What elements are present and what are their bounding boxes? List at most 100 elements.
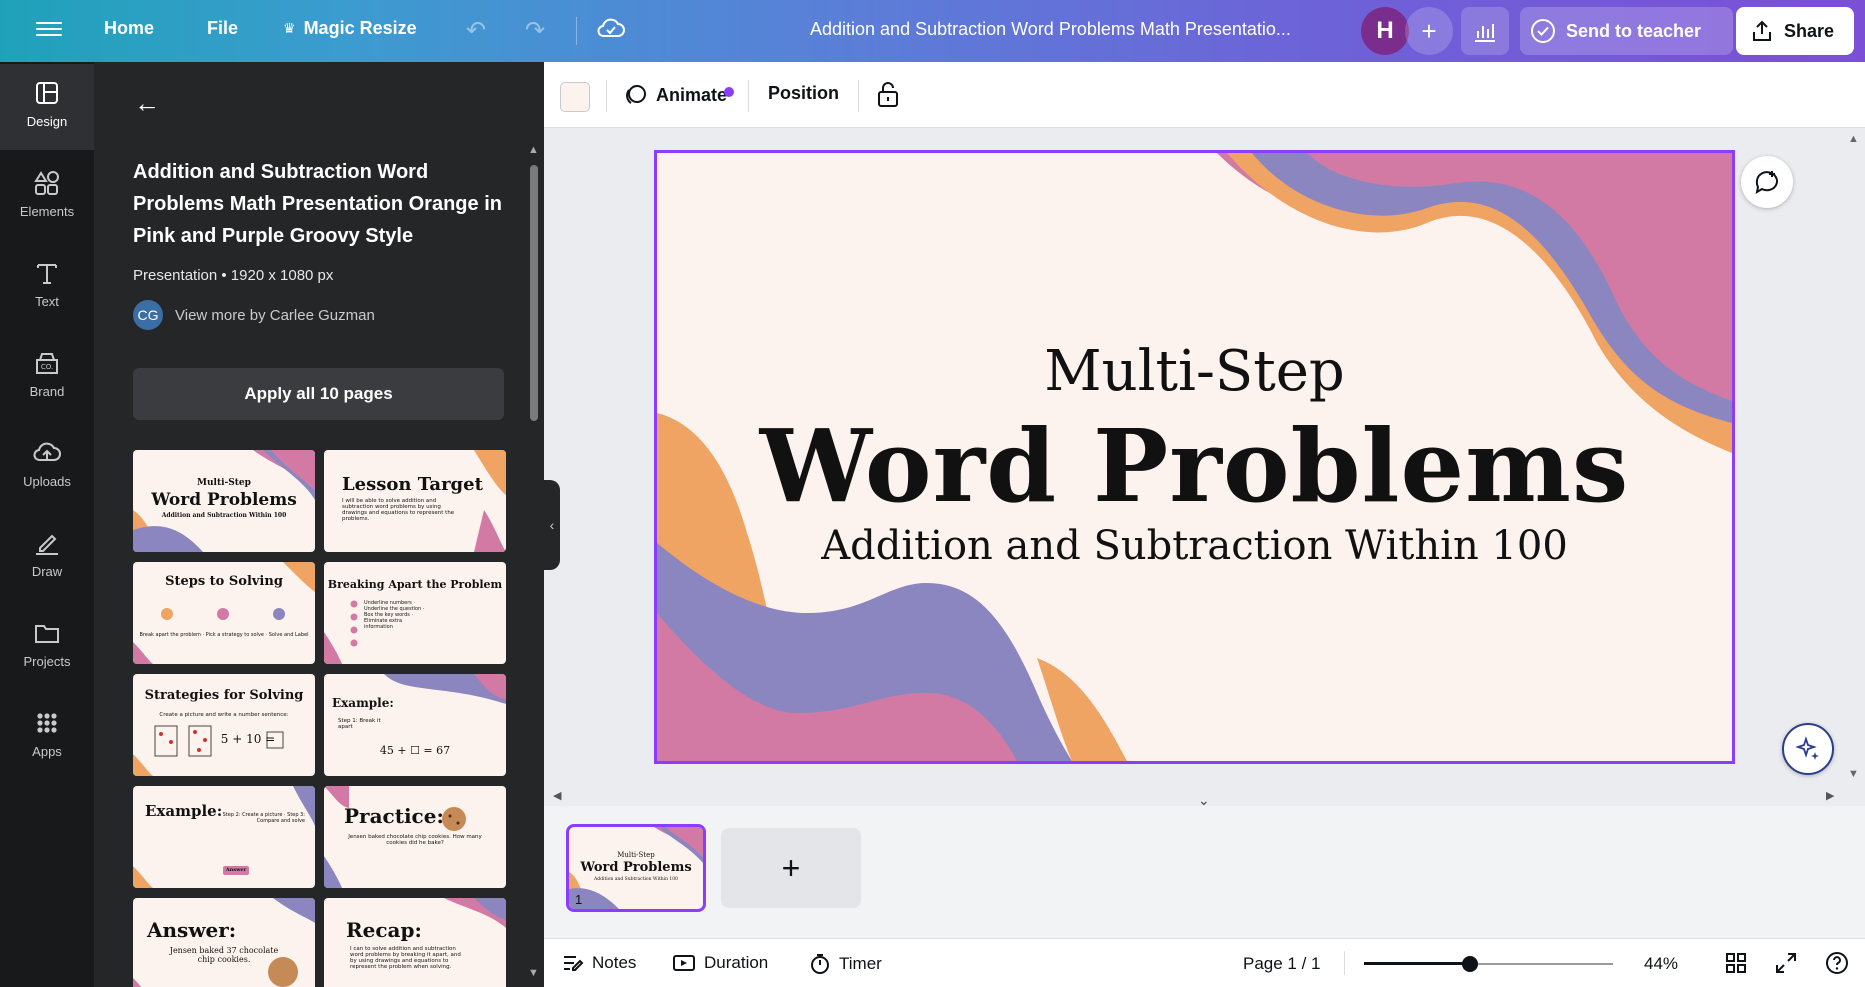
panel-scrollbar[interactable] <box>530 165 538 421</box>
notes-icon <box>564 956 584 971</box>
rail-item-projects[interactable]: Projects <box>0 604 94 690</box>
rail-item-draw[interactable]: Draw <box>0 514 94 600</box>
add-comment-button[interactable] <box>1741 156 1793 208</box>
redo-icon[interactable]: ↷ <box>525 16 545 45</box>
author-avatar: CG <box>133 300 163 330</box>
rail-label: Uploads <box>23 474 71 489</box>
thumb-badge: Answer <box>225 867 247 873</box>
scroll-left-icon[interactable]: ◀ <box>553 789 561 802</box>
rail-item-elements[interactable]: Elements <box>0 154 94 240</box>
canvas-scroll-down-icon[interactable]: ▼ <box>1848 768 1859 780</box>
thumb-subtitle: Jensen baked 37 chocolate chip cookies. <box>169 946 279 964</box>
zoom-level[interactable]: 44% <box>1644 954 1678 974</box>
notes-button[interactable]: Notes <box>562 953 636 973</box>
template-page-thumbnail[interactable]: Example: Step 2: Create a picture · Step… <box>133 786 315 888</box>
top-bar: Home File ♛ Magic Resize ↶ ↷ Addition an… <box>0 0 1865 62</box>
wave-decoration <box>133 898 315 987</box>
rail-label: Projects <box>23 654 71 669</box>
insights-button[interactable] <box>1461 7 1509 55</box>
thumb-subtitle: Step 1: Break it apart <box>338 718 381 730</box>
zoom-slider-fill <box>1364 962 1470 965</box>
invite-plus-button[interactable]: + <box>1405 7 1453 55</box>
template-page-thumbnail[interactable]: Steps to Solving Break apart the problem… <box>133 562 315 664</box>
position-button[interactable]: Position <box>768 83 839 104</box>
rail-label: Draw <box>31 564 63 579</box>
undo-icon[interactable]: ↶ <box>466 16 486 45</box>
collapse-panel-button[interactable]: ‹ <box>544 480 560 570</box>
rail-label: Text <box>35 294 59 309</box>
home-link[interactable]: Home <box>104 18 154 39</box>
cloud-saved-icon[interactable] <box>596 14 626 51</box>
file-menu[interactable]: File <box>207 18 238 39</box>
page-thumb-pretitle: Multi-Step <box>617 851 655 859</box>
page-indicator[interactable]: Page 1 / 1 <box>1243 954 1321 974</box>
rail-item-uploads[interactable]: Uploads <box>0 424 94 510</box>
rail-item-design[interactable]: Design <box>0 64 94 150</box>
lock-icon[interactable] <box>876 80 900 113</box>
thumb-subtitle: Addition and Subtraction Within 100 <box>161 512 287 519</box>
timer-button[interactable]: Timer <box>809 953 882 975</box>
panel-scroll-up-icon[interactable]: ▲ <box>528 144 539 156</box>
template-page-thumbnail[interactable]: Strategies for Solving Create a picture … <box>133 674 315 776</box>
template-page-thumbnail[interactable]: Recap: I can to solve addition and subtr… <box>324 898 506 987</box>
help-icon[interactable] <box>1825 951 1849 980</box>
share-label: Share <box>1784 20 1835 41</box>
template-page-thumbnail[interactable]: Example: Step 1: Break it apart 45 + ☐ =… <box>324 674 506 776</box>
new-feature-dot <box>724 87 734 97</box>
author-link[interactable]: CG View more by Carlee Guzman <box>133 300 375 330</box>
notes-label: Notes <box>592 953 637 972</box>
magic-resize-button[interactable]: ♛ Magic Resize <box>283 18 417 39</box>
editor-toolbar: Animate Position <box>544 62 1865 128</box>
template-page-thumbnail[interactable]: Multi-Step Word Problems Addition and Su… <box>133 450 315 552</box>
panel-scroll-down-icon[interactable]: ▼ <box>528 967 539 979</box>
thumb-title: Example: <box>332 696 394 710</box>
duration-button[interactable]: Duration <box>672 953 768 973</box>
rail-item-apps[interactable]: Apps <box>0 694 94 780</box>
magic-assistant-button[interactable] <box>1782 723 1834 775</box>
thumb-subtitle: Break apart the problem · Pick a strateg… <box>139 632 309 638</box>
draw-icon <box>36 534 58 555</box>
thumb-title: Strategies for Solving <box>144 688 304 703</box>
page-thumbnail[interactable]: Multi-Step Word Problems Addition and Su… <box>566 824 706 912</box>
svg-text:CO.: CO. <box>41 363 53 371</box>
thumb-equation: 45 + ☐ = 67 <box>379 744 451 757</box>
back-arrow-icon[interactable]: ← <box>134 88 160 119</box>
send-to-teacher-label: Send to teacher <box>1566 20 1702 41</box>
rail-item-brand[interactable]: CO. Brand <box>0 334 94 420</box>
apply-all-pages-button[interactable]: Apply all 10 pages <box>133 368 504 420</box>
upload-icon <box>33 442 61 461</box>
grid-view-icon[interactable] <box>1724 951 1748 980</box>
share-icon <box>1753 20 1771 41</box>
document-title[interactable]: Addition and Subtraction Word Problems M… <box>810 19 1291 40</box>
brand-icon: CO. <box>36 353 58 374</box>
footer-bar: Notes Duration Timer Page 1 / 1 44% <box>544 938 1865 987</box>
divider <box>858 80 859 112</box>
divider <box>1344 951 1345 975</box>
send-to-teacher-button[interactable]: Send to teacher <box>1520 7 1733 55</box>
page-thumb-title: Word Problems <box>580 860 692 875</box>
slide-pretitle[interactable]: Multi-Step <box>657 339 1732 404</box>
scroll-right-icon[interactable]: ▶ <box>1826 789 1834 802</box>
template-page-thumbnail[interactable]: Practice: Jensen baked chocolate chip co… <box>324 786 506 888</box>
fullscreen-icon[interactable] <box>1774 951 1798 980</box>
design-panel: ← Addition and Subtraction Word Problems… <box>94 62 544 987</box>
divider <box>748 80 749 112</box>
share-button[interactable]: Share <box>1736 7 1854 55</box>
slide-subtitle[interactable]: Addition and Subtraction Within 100 <box>657 523 1732 569</box>
slide-title[interactable]: Word Problems <box>657 407 1732 525</box>
add-page-button[interactable]: + <box>721 828 861 908</box>
background-color-swatch[interactable] <box>560 82 590 112</box>
user-avatar[interactable]: H <box>1361 7 1409 55</box>
folder-icon <box>35 625 59 643</box>
thumb-subtitle: I will be able to solve addition and sub… <box>342 498 455 522</box>
zoom-slider-handle[interactable] <box>1461 956 1478 972</box>
template-page-thumbnail[interactable]: Answer: Jensen baked 37 chocolate chip c… <box>133 898 315 987</box>
template-page-thumbnail[interactable]: Breaking Apart the Problem Underline num… <box>324 562 506 664</box>
animate-button[interactable]: Animate <box>624 83 727 107</box>
canvas-scroll-up-icon[interactable]: ▲ <box>1848 133 1859 145</box>
slide-canvas[interactable]: Multi-Step Word Problems Addition and Su… <box>654 150 1735 764</box>
template-page-thumbnail[interactable]: Lesson Target I will be able to solve ad… <box>324 450 506 552</box>
rail-item-text[interactable]: Text <box>0 244 94 330</box>
main-menu-button[interactable] <box>36 18 62 42</box>
thumb-title: Word Problems <box>151 490 297 510</box>
